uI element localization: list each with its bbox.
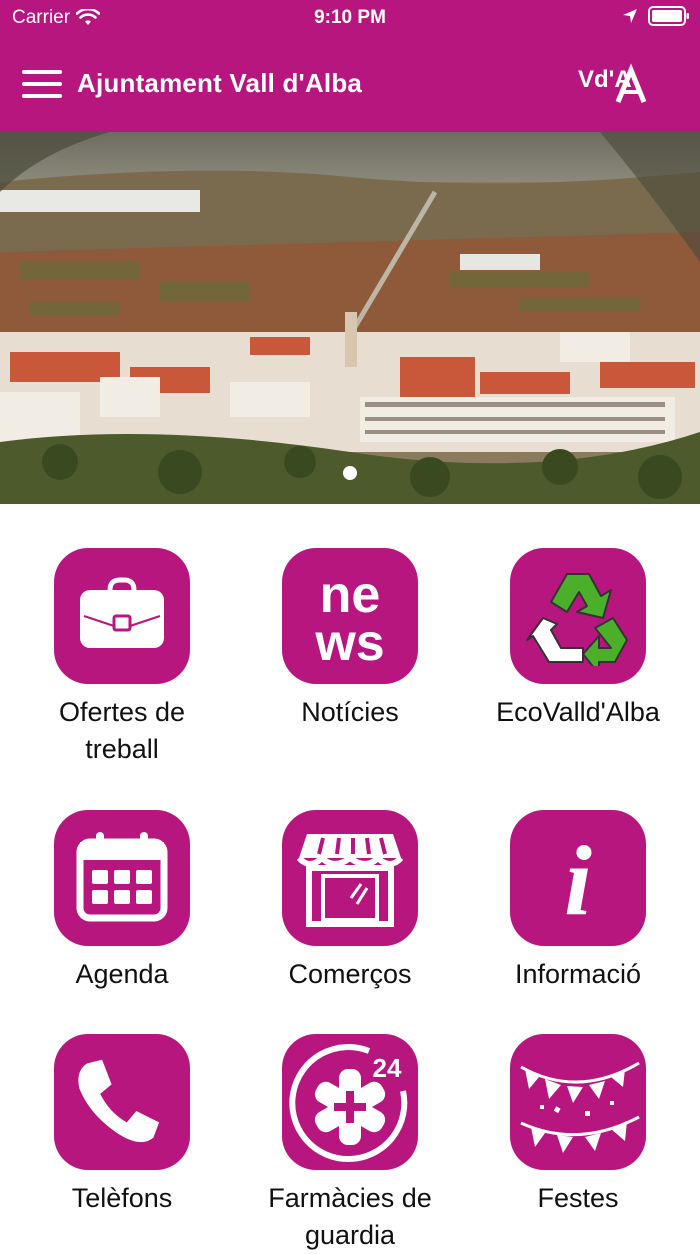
tile-farmacies-de-guardia[interactable]: 24 Farmàcies de guardia: [236, 1034, 464, 1254]
tile-label: Telèfons: [71, 1183, 173, 1213]
tile-festes[interactable]: Festes: [464, 1034, 692, 1217]
battery-icon: [648, 6, 689, 26]
tile-agenda[interactable]: Agenda: [8, 810, 236, 993]
status-time: 9:10 PM: [314, 7, 386, 28]
app-title: Ajuntament Vall d'Alba: [77, 68, 363, 98]
tile-ofertes-de-treball[interactable]: Ofertes de treball: [8, 548, 236, 768]
phone-icon: [54, 1034, 190, 1170]
tile-telefons[interactable]: Telèfons: [8, 1034, 236, 1217]
vda-logo: Vd'A: [578, 63, 647, 103]
calendar-icon: [54, 810, 190, 946]
tile-label: Farmàcies de guardia: [268, 1183, 432, 1250]
tile-ecovalldalba[interactable]: EcoValld'Alba: [464, 548, 692, 731]
tile-label: Agenda: [75, 959, 169, 989]
tile-label: Festes: [537, 1183, 619, 1213]
tile-informacio[interactable]: i Informació: [464, 810, 692, 993]
storefront-icon: [282, 810, 418, 946]
tile-label: Comerços: [288, 959, 412, 989]
svg-text:i: i: [564, 828, 592, 928]
town-landscape-photo: [0, 132, 700, 504]
svg-text:24: 24: [373, 1053, 402, 1083]
nav-bar: Ajuntament Vall d'Alba Vd'A: [0, 56, 700, 112]
recycle-icon: [510, 548, 646, 684]
briefcase-icon: [54, 548, 190, 684]
app-header: Carrier 9:10 PM Ajuntament Vall d'Alba V…: [0, 0, 700, 132]
tile-comercos[interactable]: Comerços: [236, 810, 464, 993]
tile-label: Ofertes de treball: [58, 697, 186, 764]
tile-label: EcoValld'Alba: [496, 697, 660, 727]
tile-noticies[interactable]: ne ws Notícies: [236, 548, 464, 731]
hamburger-menu-icon[interactable]: [22, 70, 62, 98]
tile-label: Notícies: [301, 697, 399, 727]
info-icon: i: [510, 810, 646, 946]
status-right-group: [622, 6, 690, 26]
hero-carousel[interactable]: [0, 132, 700, 504]
carousel-page-indicator[interactable]: [343, 466, 357, 480]
svg-text:ws: ws: [314, 614, 384, 666]
pharmacy-24h-icon: 24: [282, 1034, 418, 1170]
status-bar: Carrier 9:10 PM: [0, 0, 700, 36]
tile-label: Informació: [514, 959, 642, 989]
location-arrow-icon: [623, 9, 637, 23]
festive-bunting-icon: [510, 1034, 646, 1170]
news-icon: ne ws: [282, 548, 418, 684]
